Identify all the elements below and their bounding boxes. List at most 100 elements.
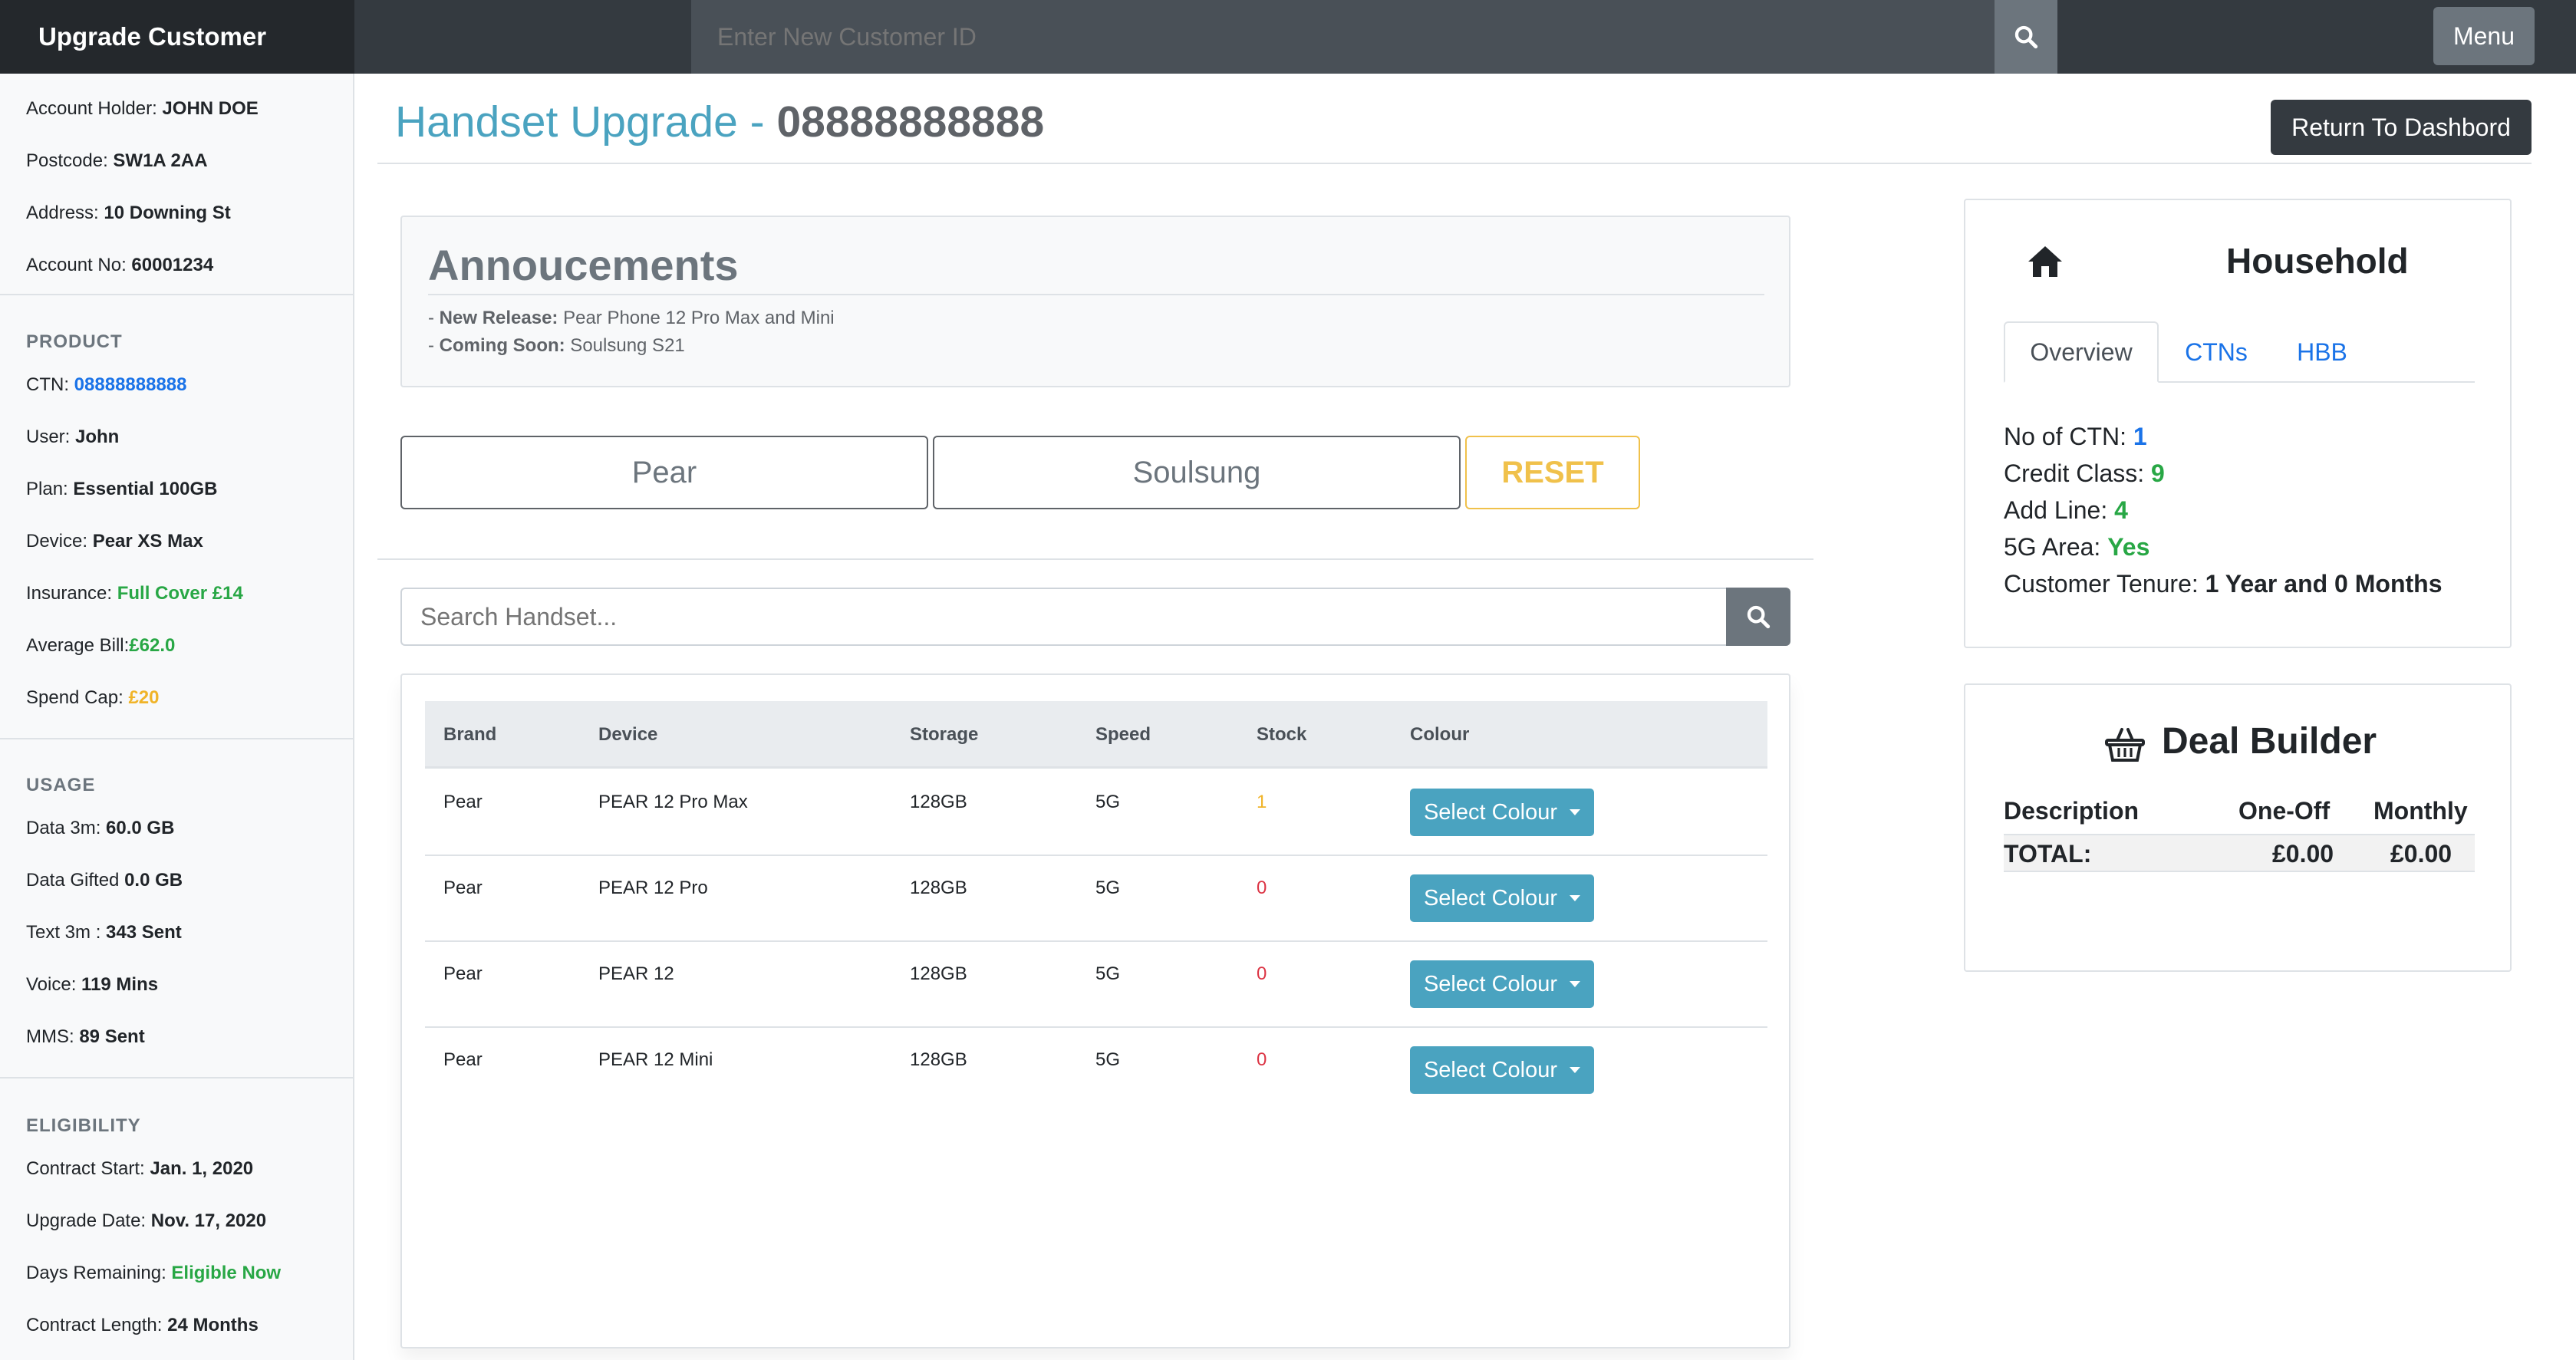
column-header-description: Description: [2004, 797, 2140, 825]
select-colour-label: Select Colour: [1423, 885, 1558, 911]
cell-brand: Pear: [443, 1049, 483, 1070]
total-label: TOTAL:: [2004, 840, 2092, 868]
header-divider: [377, 163, 2532, 164]
user: User: John: [26, 426, 120, 447]
cell-device: PEAR 12 Pro Max: [598, 792, 748, 812]
deal-total-row: TOTAL: £0.00 £0.00: [2004, 834, 2475, 872]
return-to-dashboard-button[interactable]: Return To Dashbord: [2271, 100, 2532, 155]
tab-overview[interactable]: Overview: [2004, 321, 2159, 383]
device: Device: Pear XS Max: [26, 531, 203, 552]
top-navbar: Upgrade Customer Menu: [0, 0, 2576, 74]
cell-storage: 128GB: [910, 878, 967, 898]
cell-stock: 1: [1257, 792, 1267, 812]
sidebar-divider: [0, 1077, 353, 1078]
menu-button[interactable]: Menu: [2433, 7, 2535, 65]
household-card: Household Overview CTNs HBB No of CTN: 1…: [1964, 199, 2512, 648]
total-monthly: £0.00: [2390, 840, 2452, 868]
eligibility-heading: ELIGIBILITY: [26, 1115, 141, 1136]
cell-speed: 5G: [1095, 792, 1121, 812]
app-brand[interactable]: Upgrade Customer: [0, 0, 354, 74]
brand-filter-pear[interactable]: Pear: [400, 436, 928, 509]
cell-stock: 0: [1257, 878, 1267, 898]
no-of-ctn: No of CTN: 1: [2004, 423, 2147, 450]
sidebar-divider: [0, 738, 353, 739]
column-header-storage: Storage: [910, 724, 979, 745]
column-header-one-off: One-Off: [2238, 797, 2331, 825]
column-header-speed: Speed: [1095, 724, 1151, 745]
select-colour-label: Select Colour: [1423, 971, 1558, 996]
insurance: Insurance: Full Cover £14: [26, 583, 243, 604]
caret-down-icon: [1570, 809, 1581, 815]
column-header-stock: Stock: [1257, 724, 1307, 745]
data-gifted: Data Gifted 0.0 GB: [26, 870, 183, 891]
announcements-panel: Annoucements - New Release: Pear Phone 1…: [400, 216, 1790, 387]
cell-device: PEAR 12 Mini: [598, 1049, 713, 1070]
reset-button[interactable]: RESET: [1465, 436, 1640, 509]
product-heading: PRODUCT: [26, 331, 123, 352]
deal-builder-title: Deal Builder: [2162, 721, 2377, 762]
cell-speed: 5G: [1095, 1049, 1121, 1070]
section-divider: [377, 558, 1813, 560]
select-colour-dropdown[interactable]: Select Colour: [1410, 874, 1594, 922]
column-header-brand: Brand: [443, 724, 497, 745]
search-icon: [1747, 605, 1771, 629]
cell-speed: 5G: [1095, 878, 1121, 898]
cell-storage: 128GB: [910, 1049, 967, 1070]
cell-device: PEAR 12: [598, 963, 674, 984]
cell-storage: 128GB: [910, 792, 967, 812]
address: Address: 10 Downing St: [26, 203, 231, 223]
home-icon: [2027, 245, 2064, 282]
basket-icon: [2105, 726, 2145, 767]
column-header-colour: Colour: [1410, 724, 1470, 745]
customer-id-search-input[interactable]: [691, 0, 1995, 74]
customer-tenure: Customer Tenure: 1 Year and 0 Months: [2004, 570, 2443, 598]
handset-search-button[interactable]: [1726, 588, 1790, 646]
column-header-monthly: Monthly: [2373, 797, 2468, 825]
announcements-divider: [428, 294, 1764, 295]
tab-hbb[interactable]: HBB: [2274, 321, 2370, 383]
page-title: Handset Upgrade - 08888888888: [395, 97, 1045, 147]
handset-search-input[interactable]: [400, 588, 1728, 646]
cell-speed: 5G: [1095, 963, 1121, 984]
plan: Plan: Essential 100GB: [26, 479, 218, 499]
sidebar-divider: [0, 294, 353, 295]
cell-brand: Pear: [443, 792, 483, 812]
credit-class: Credit Class: 9: [2004, 459, 2165, 487]
customer-search-button[interactable]: [1995, 0, 2057, 74]
data-3m: Data 3m: 60.0 GB: [26, 818, 175, 838]
cell-brand: Pear: [443, 878, 483, 898]
select-colour-label: Select Colour: [1423, 1057, 1558, 1082]
cell-brand: Pear: [443, 963, 483, 984]
total-one-off: £0.00: [2272, 840, 2334, 868]
handset-table-card: Brand Device Storage Speed Stock Colour …: [400, 673, 1790, 1348]
caret-down-icon: [1570, 1067, 1581, 1073]
brand-filter-soulsung[interactable]: Soulsung: [933, 436, 1461, 509]
column-header-device: Device: [598, 724, 658, 745]
ctn-link[interactable]: 08888888888: [74, 374, 187, 395]
contract-start: Contract Start: Jan. 1, 2020: [26, 1158, 254, 1179]
household-title: Household: [2226, 241, 2409, 281]
cell-stock: 0: [1257, 963, 1267, 984]
table-header: Brand Device Storage Speed Stock Colour: [425, 701, 1767, 769]
tab-ctns[interactable]: CTNs: [2159, 321, 2274, 383]
select-colour-dropdown[interactable]: Select Colour: [1410, 789, 1594, 836]
caret-down-icon: [1570, 981, 1581, 987]
spend-cap: Spend Cap: £20: [26, 687, 160, 708]
postcode: Postcode: SW1A 2AA: [26, 150, 208, 171]
announcements-title: Annoucements: [428, 241, 739, 289]
announcement-item: - Coming Soon: Soulsung S21: [428, 335, 685, 356]
table-row: Pear PEAR 12 128GB 5G 0 Select Colour: [425, 942, 1767, 1028]
table-row: Pear PEAR 12 Pro 128GB 5G 0 Select Colou…: [425, 856, 1767, 942]
contract-length: Contract Length: 24 Months: [26, 1315, 259, 1335]
cell-storage: 128GB: [910, 963, 967, 984]
5g-area: 5G Area: Yes: [2004, 533, 2150, 561]
cell-device: PEAR 12 Pro: [598, 878, 708, 898]
voice: Voice: 119 Mins: [26, 974, 159, 995]
usage-heading: USAGE: [26, 775, 96, 795]
account-holder: Account Holder: JOHN DOE: [26, 98, 259, 119]
account-number: Account No: 60001234: [26, 255, 214, 275]
select-colour-dropdown[interactable]: Select Colour: [1410, 1046, 1594, 1094]
announcement-item: - New Release: Pear Phone 12 Pro Max and…: [428, 308, 835, 328]
select-colour-dropdown[interactable]: Select Colour: [1410, 960, 1594, 1008]
customer-sidebar: Account Holder: JOHN DOE Postcode: SW1A …: [0, 74, 354, 1360]
